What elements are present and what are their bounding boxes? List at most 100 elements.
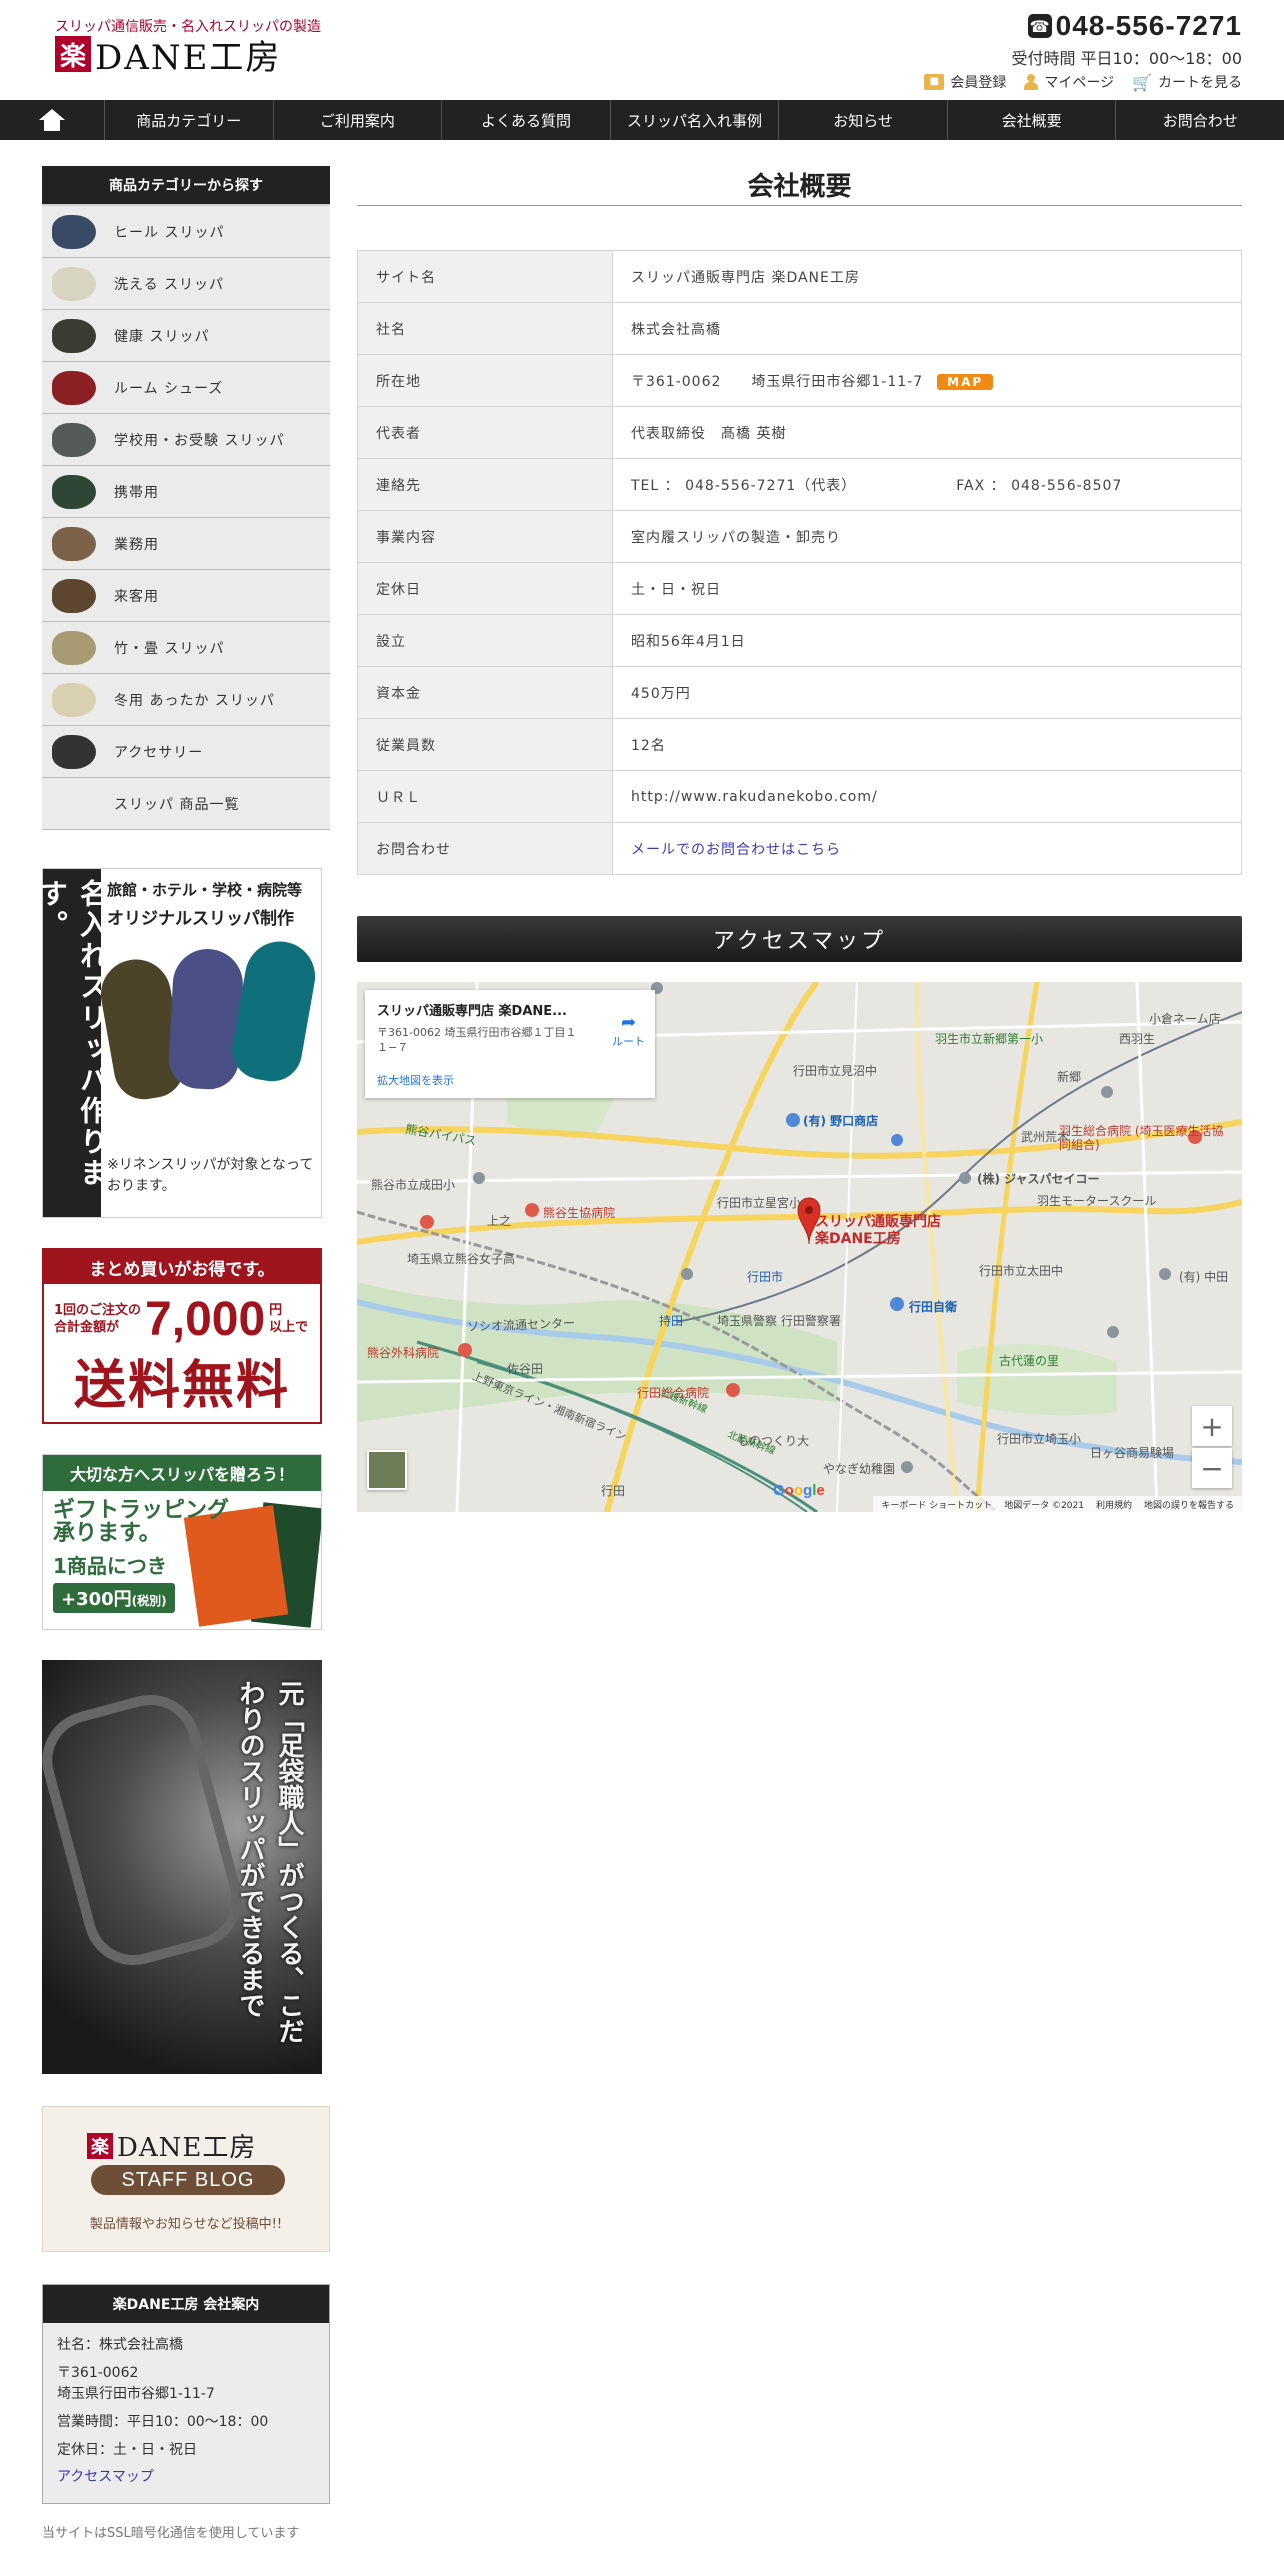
- nav-item-categories[interactable]: 商品カテゴリー: [105, 100, 274, 140]
- category-label: 業務用: [114, 536, 159, 553]
- category-label: ヒール スリッパ: [114, 224, 225, 241]
- table-value: 室内履スリッパの製造・卸売り: [612, 510, 1242, 563]
- free-shipping-banner[interactable]: まとめ買いがお得です。 1回のご注文の 合計金額が 7,000 円 以上で 送料…: [42, 1248, 322, 1424]
- category-label: 学校用・お受験 スリッパ: [114, 432, 285, 449]
- phone-block: ☎ 048-556-7271: [1027, 10, 1242, 42]
- company-info-address: 埼玉県行田市谷郷1-11-7: [57, 2386, 215, 2403]
- map-place-label: 小倉ネーム店: [1149, 1012, 1221, 1026]
- category-item[interactable]: 学校用・お受験 スリッパ: [42, 414, 330, 466]
- map-info-card: スリッパ通販専門店 楽DANE... 〒361-0062 埼玉県行田市谷郷１丁目…: [365, 990, 655, 1098]
- table-row: 設立 昭和56年4月1日: [357, 614, 1242, 667]
- nav-item-guide[interactable]: ご利用案内: [274, 100, 443, 140]
- category-list: ヒール スリッパ 洗える スリッパ 健康 スリッパ ルーム シューズ学校用・お受験 ス…: [42, 204, 330, 830]
- site-logo[interactable]: 楽 DANE工房: [55, 34, 281, 78]
- table-value: 450万円: [612, 666, 1242, 719]
- satellite-toggle[interactable]: [367, 1450, 407, 1490]
- category-thumbnail: [52, 266, 96, 301]
- category-item[interactable]: 来客用: [42, 570, 330, 622]
- category-thumbnail: [52, 682, 96, 717]
- register-link[interactable]: ■ 会員登録: [924, 72, 1006, 92]
- table-key: 所在地: [357, 354, 613, 407]
- map-report-link[interactable]: 地図の誤りを報告する: [1144, 1498, 1234, 1511]
- nav-item-company[interactable]: 会社概要: [948, 100, 1117, 140]
- table-value-text: 12名: [631, 737, 666, 754]
- company-info-table: サイト名 スリッパ通販専門店 楽DANE工房 社名 株式会社高橋 所在地 〒361-006…: [357, 250, 1242, 875]
- category-item[interactable]: ルーム シューズ: [42, 362, 330, 414]
- bulk-banner-small: 1回のご注文の 合計金額が: [54, 1302, 142, 1335]
- map-terms-link[interactable]: 利用規約: [1096, 1498, 1132, 1511]
- category-item[interactable]: ヒール スリッパ: [42, 206, 330, 258]
- table-value: 〒361-0062 埼玉県行田市谷郷1-11-7 MAP: [612, 354, 1242, 407]
- slipper-image-teal: [227, 935, 321, 1087]
- category-item[interactable]: 健康 スリッパ: [42, 310, 330, 362]
- company-info-box: 楽DANE工房 会社案内 社名：株式会社高橋 〒361-0062 埼玉県行田市谷…: [42, 2284, 330, 2504]
- category-label: 洗える スリッパ: [114, 276, 225, 293]
- category-item[interactable]: 冬用 あったか スリッパ: [42, 674, 330, 726]
- table-value-text: 室内履スリッパの製造・卸売り: [631, 529, 841, 546]
- staff-blog-banner[interactable]: 楽 DANE工房 STAFF BLOG 製品情報やお知らせなど投稿中!!: [42, 2106, 330, 2252]
- category-label: 健康 スリッパ: [114, 328, 210, 345]
- map-place-label: 行田自衛: [909, 1300, 958, 1314]
- map-route-button[interactable]: ➦ ルート: [612, 1012, 645, 1049]
- map-place-label: 埼玉県警察 行田警察署: [717, 1314, 841, 1328]
- google-map[interactable]: 羽生市立新郷第一小 西羽生 行田市立見沼中 (有) 野口商店 武州荒木 羽生総合…: [357, 982, 1242, 1512]
- blog-logo: 楽 DANE工房: [87, 2127, 256, 2164]
- table-row: 資本金 450万円: [357, 666, 1242, 719]
- category-label: ルーム シューズ: [114, 380, 224, 397]
- custom-slipper-banner[interactable]: 名入れスリッパ作ります。 旅館・ホテル・学校・病院等 オリジナルスリッパ制作 ※…: [36, 868, 322, 1218]
- category-item[interactable]: 業務用: [42, 518, 330, 570]
- map-place-label: 熊谷生協病院: [543, 1206, 616, 1220]
- map-place-label: 熊谷外科病院: [367, 1346, 440, 1360]
- table-value-text[interactable]: メールでのお問合わせはこちら: [631, 842, 841, 858]
- map-place-label: 行田市立太田中: [979, 1264, 1064, 1278]
- map-enlarge-link[interactable]: 拡大地図を表示: [377, 1072, 454, 1088]
- table-value-text[interactable]: http://www.rakudanekobo.com/: [631, 789, 878, 805]
- mypage-link[interactable]: マイページ: [1024, 72, 1114, 92]
- map-footer: キーボード ショートカット 地図データ ©2021 利用規約 地図の誤りを報告す…: [873, 1496, 1242, 1512]
- table-key: 連絡先: [357, 458, 613, 511]
- category-item[interactable]: 携帯用: [42, 466, 330, 518]
- table-value: TEL ： 048-556-7271（代表） FAX ： 048-556-8507: [612, 458, 1242, 511]
- map-button[interactable]: MAP: [937, 373, 994, 390]
- logo-mark: 楽: [55, 36, 91, 72]
- map-place-label: 羽生モータースクール: [1037, 1194, 1157, 1208]
- table-key: 事業内容: [357, 510, 613, 563]
- table-key: 社名: [357, 302, 613, 355]
- category-item[interactable]: アクセサリー: [42, 726, 330, 778]
- minus-icon: −: [1200, 1451, 1224, 1485]
- zoom-in-button[interactable]: +: [1192, 1406, 1232, 1446]
- phone-number[interactable]: 048-556-7271: [1056, 10, 1242, 42]
- table-key: サイト名: [357, 250, 613, 303]
- access-map-link[interactable]: アクセスマップ: [57, 2467, 315, 2489]
- craftsman-banner[interactable]: 元「足袋職人」がつくる、こだわりのスリッパができるまで: [42, 1660, 322, 2074]
- map-place-label: 行田市立埼玉小: [997, 1432, 1082, 1446]
- directions-icon: ➦: [620, 1012, 637, 1033]
- global-nav: 商品カテゴリー ご利用案内 よくある質問 スリッパ名入れ事例 お知らせ 会社概要…: [0, 100, 1284, 140]
- nav-item-news[interactable]: お知らせ: [779, 100, 948, 140]
- map-place-label: 行田: [601, 1484, 626, 1498]
- map-card-address: 〒361-0062 埼玉県行田市谷郷１丁目１１−７: [377, 1026, 577, 1055]
- nav-item-contact[interactable]: お問合わせ: [1116, 100, 1284, 140]
- category-item[interactable]: 竹・畳 スリッパ: [42, 622, 330, 674]
- register-link-label: 会員登録: [950, 75, 1007, 91]
- nav-home[interactable]: [0, 100, 105, 140]
- table-value-text: 450万円: [631, 685, 691, 702]
- nav-item-examples[interactable]: スリッパ名入れ事例: [611, 100, 780, 140]
- gift-wrapping-banner[interactable]: 大切な方へスリッパを贈ろう！ ギフトラッピング 承ります。 1商品につき +30…: [42, 1454, 322, 1630]
- custom-banner-title2: オリジナルスリッパ制作: [107, 909, 294, 929]
- cart-link[interactable]: 🛒 カートを見る: [1132, 72, 1242, 92]
- cart-link-label: カートを見る: [1158, 75, 1242, 91]
- category-thumbnail: [52, 474, 96, 509]
- map-route-label: ルート: [612, 1035, 645, 1048]
- nav-item-faq[interactable]: よくある質問: [442, 100, 611, 140]
- table-key: ＵＲＬ: [357, 770, 613, 823]
- category-item[interactable]: 洗える スリッパ: [42, 258, 330, 310]
- company-info-hours: 営業時間：平日10：00～18：00: [57, 2414, 269, 2431]
- category-item[interactable]: スリッパ 商品一覧: [42, 778, 330, 830]
- category-label: アクセサリー: [114, 744, 204, 761]
- category-label: 携帯用: [114, 484, 159, 501]
- zoom-out-button[interactable]: −: [1192, 1448, 1232, 1488]
- map-shortcuts-link[interactable]: キーボード ショートカット: [881, 1498, 992, 1511]
- map-card-title: スリッパ通販専門店 楽DANE...: [377, 1004, 567, 1019]
- category-thumbnail: [52, 630, 96, 665]
